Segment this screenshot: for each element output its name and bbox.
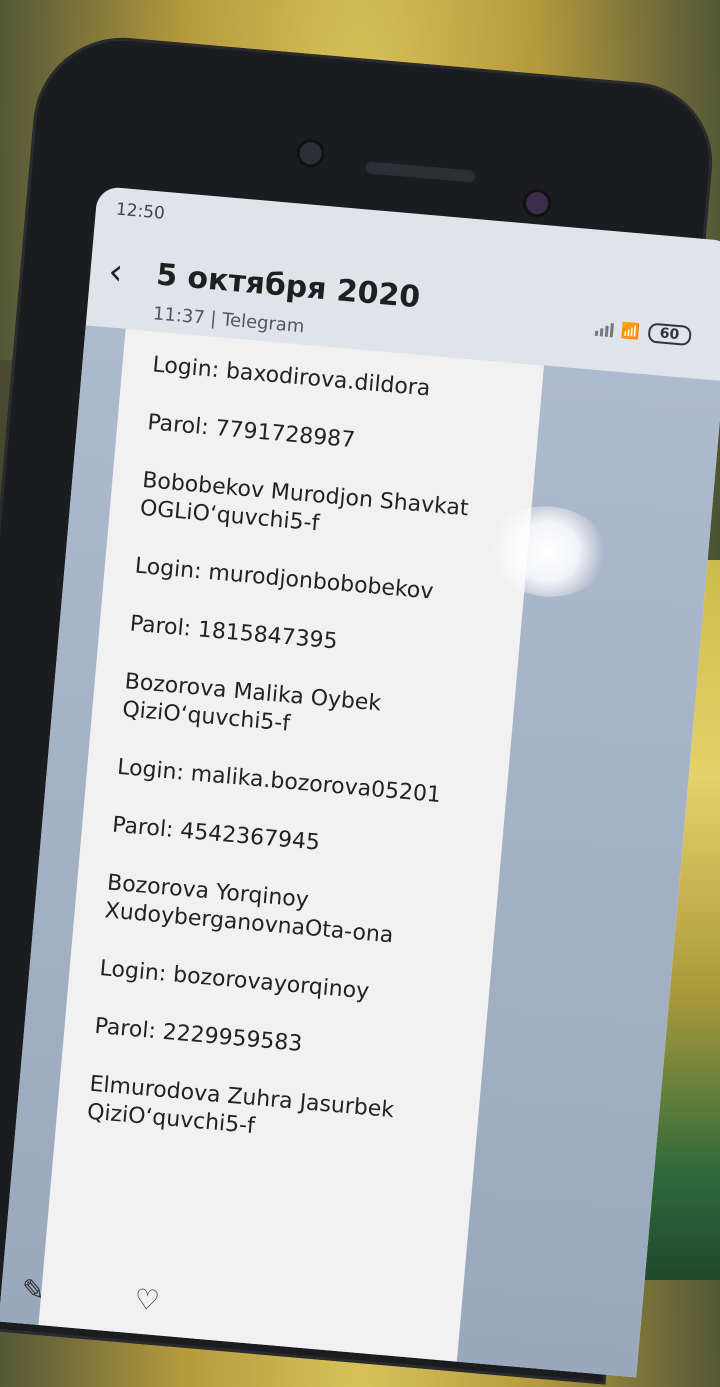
status-icons: 📶 60 bbox=[594, 318, 692, 347]
heart-icon[interactable]: ♡ bbox=[133, 1282, 161, 1317]
front-camera bbox=[295, 138, 326, 169]
note-source: Telegram bbox=[221, 309, 306, 338]
phone-screen: 12:50 ‹ 5 октября 2020 11:37 | Telegram … bbox=[0, 185, 720, 1378]
wifi-icon: 📶 bbox=[620, 321, 641, 341]
message-line: Login: malika.bozorova05201 bbox=[116, 754, 442, 809]
battery-indicator: 60 bbox=[646, 322, 692, 347]
message-line: Parol: 2229959583 bbox=[93, 1013, 304, 1057]
sensor bbox=[521, 188, 553, 219]
message-body: Login: baxodirova.dildora Parol: 7791728… bbox=[38, 328, 545, 1362]
edit-icon[interactable]: ✎ bbox=[20, 1272, 46, 1307]
phone-frame: 12:50 ‹ 5 октября 2020 11:37 | Telegram … bbox=[0, 30, 720, 1385]
message-line: Parol: 1815847395 bbox=[128, 611, 339, 655]
message-line: Login: murodjonbobobekov bbox=[133, 553, 435, 605]
signal-icon bbox=[594, 320, 614, 338]
earpiece-speaker bbox=[365, 161, 476, 183]
message-line: Parol: 4542367945 bbox=[111, 812, 321, 856]
status-time: 12:50 bbox=[115, 199, 166, 224]
note-time: 11:37 bbox=[152, 303, 206, 329]
message-line: Login: baxodirova.dildora bbox=[151, 352, 432, 402]
message-line: Parol: 7791728987 bbox=[146, 410, 357, 454]
message-line: Login: bozorovayorqinoy bbox=[98, 956, 371, 1005]
chevron-left-icon[interactable]: ‹ bbox=[107, 251, 125, 293]
